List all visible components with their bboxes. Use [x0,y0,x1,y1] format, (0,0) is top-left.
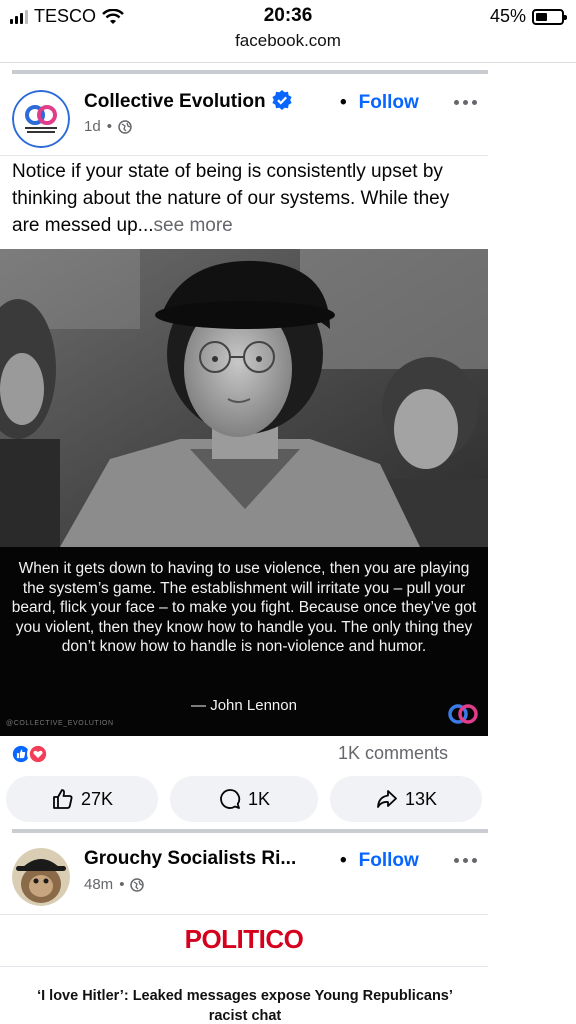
feed-separator [12,829,488,833]
reaction-summary[interactable] [10,743,49,765]
collective-evolution-logo-icon [12,90,70,148]
more-icon[interactable] [454,858,477,863]
page-name[interactable]: Grouchy Socialists Ri... [84,848,296,870]
portrait-photo [0,249,488,547]
share-icon [377,790,397,808]
article-headline[interactable]: ‘I love Hitler’: Leaked messages expose … [20,986,470,1024]
post-header: Collective Evolution 1d • • Follow [0,84,488,154]
see-more-link[interactable]: see more [154,215,233,236]
divider [0,155,488,156]
divider [0,62,576,63]
post-meta: 1d • [84,118,132,135]
divider [0,966,488,967]
comment-icon [220,789,241,809]
battery-icon [532,8,567,25]
thumbs-up-icon [53,789,73,809]
status-bar: TESCO 20:36 45% [0,0,576,32]
post-meta: 48m • [84,876,145,893]
like-count: 27K [80,788,114,809]
post-header: Grouchy Socialists Ri... 48m • • Follow [0,842,488,912]
more-icon[interactable] [454,100,477,105]
globe-icon [118,119,132,134]
post-age[interactable]: 1d [84,118,101,135]
post-image[interactable]: When it gets down to having to use viole… [0,249,488,736]
verified-badge-icon [271,90,292,110]
follow-button[interactable]: • Follow [340,850,419,872]
comment-button[interactable]: 1K [170,776,318,822]
post-caption: Notice if your state of being is consist… [12,158,472,239]
monkey-avatar-icon [12,848,70,906]
quote-text: When it gets down to having to use viole… [11,560,477,655]
ce-logo-icon [448,704,478,724]
watermark: @COLLECTIVE_EVOLUTION [6,720,114,727]
follow-label: Follow [358,850,419,871]
globe-icon [130,877,145,892]
page-avatar[interactable] [12,90,70,148]
follow-button[interactable]: • Follow [340,92,419,114]
page-name: Collective Evolution [84,91,266,112]
comment-count: 1K [247,788,271,809]
quote-author: — John Lennon [191,697,297,714]
share-count: 13K [404,788,438,809]
comments-count[interactable]: 1K comments [338,743,448,764]
status-right: 45% [489,6,567,27]
divider [0,914,488,915]
quote-panel: When it gets down to having to use viole… [0,547,488,736]
battery-percent: 45% [489,6,526,26]
meta-dot: • [106,118,112,135]
meta-dot: • [119,876,125,893]
url-bar[interactable]: facebook.com [0,31,576,51]
post-age[interactable]: 48m [84,876,113,893]
politico-logo: POLITICO [184,924,304,954]
page-name-link[interactable]: Collective Evolution [84,90,292,113]
follow-label: Follow [358,92,419,113]
share-button[interactable]: 13K [330,776,482,822]
page-avatar[interactable] [12,848,70,906]
love-reaction-icon [27,743,49,765]
feed-separator [12,70,488,74]
like-button[interactable]: 27K [6,776,158,822]
